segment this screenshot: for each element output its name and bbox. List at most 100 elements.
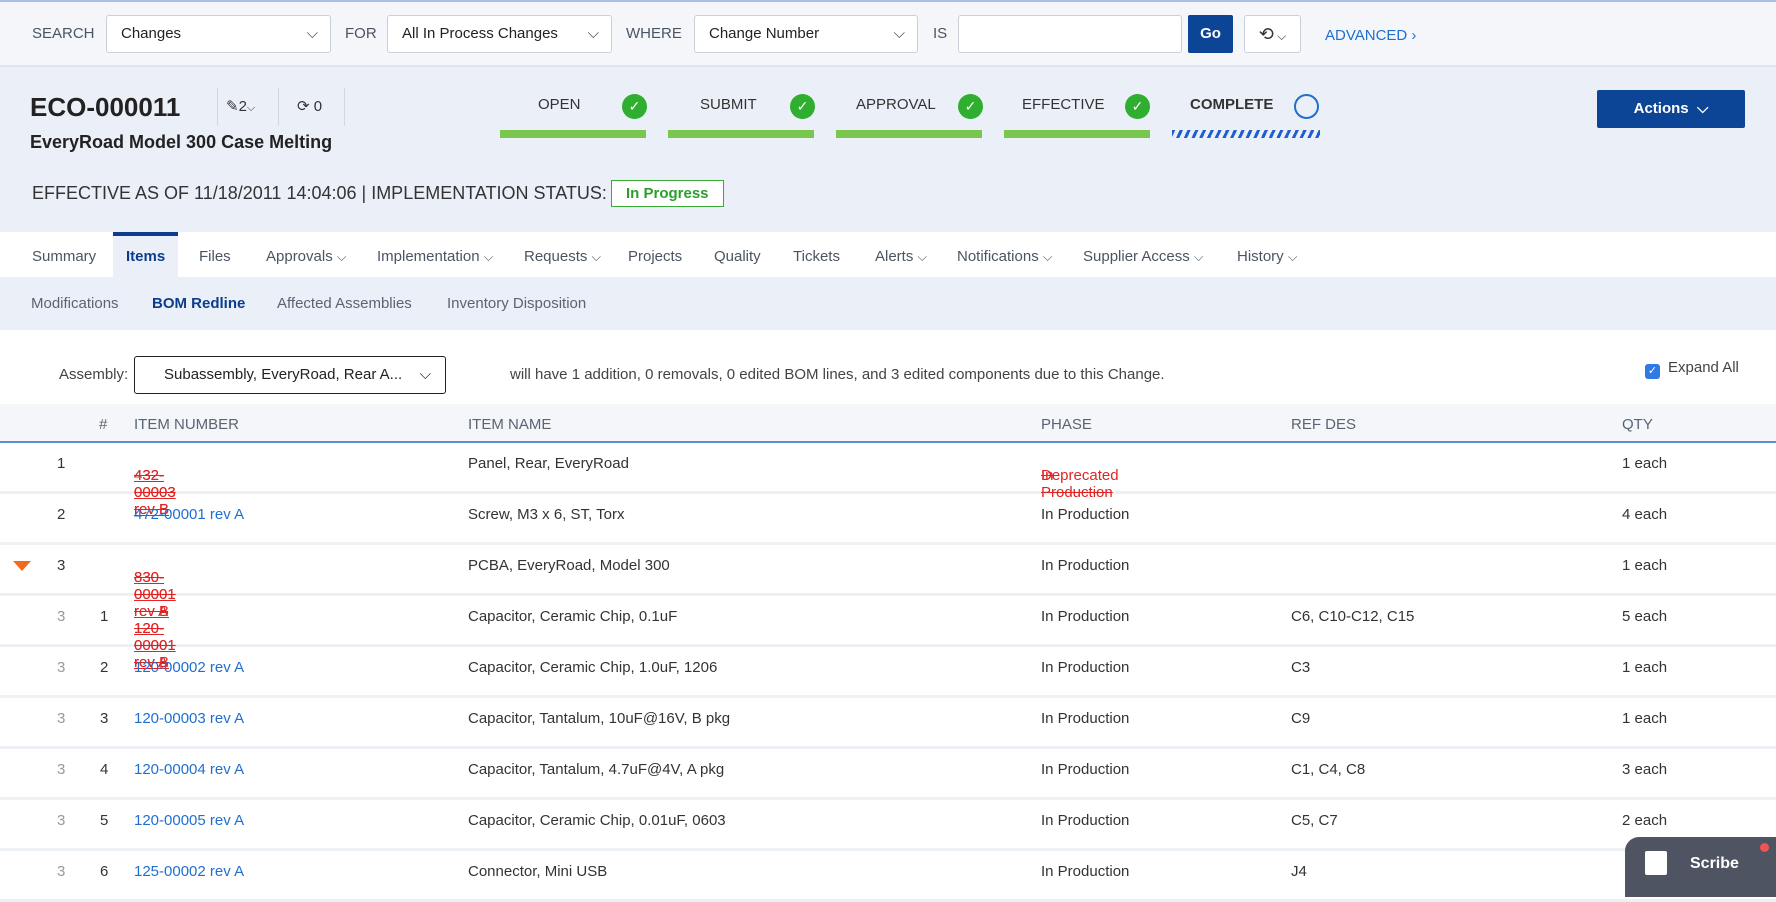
checkbox-checked-icon: ✓ — [1645, 364, 1660, 379]
qty: 2 each — [1622, 812, 1668, 829]
col-qty[interactable]: QTY — [1622, 416, 1653, 433]
go-button[interactable]: Go — [1188, 15, 1233, 53]
table-row[interactable]: 3 6 125-00002 rev A Connector, Mini USB In P… — [0, 851, 1776, 902]
scribe-label: Scribe — [1690, 855, 1739, 872]
advanced-search-link[interactable]: ADVANCED › — [1325, 27, 1416, 44]
tab-history[interactable]: History ⌵ — [1237, 232, 1297, 277]
revisions-count: 2 — [238, 98, 247, 115]
table-row[interactable]: 1 432-00003 rev B 432-00003 rev B Panel, R… — [0, 443, 1776, 518]
parent-number: 3 — [57, 659, 66, 676]
qty: 1 each — [1622, 710, 1668, 727]
item-name: Screw, M3 x 6, ST, Torx — [468, 506, 625, 523]
item-name: Capacitor, Ceramic Chip, 0.1uF — [468, 608, 678, 625]
table-row[interactable]: 3 5 120-00005 rev A Capacitor, Ceramic Chip… — [0, 800, 1776, 851]
scribe-widget[interactable]: Scribe — [1625, 837, 1776, 897]
tab-summary[interactable]: Summary — [32, 232, 96, 277]
ref-des: C9 — [1291, 710, 1311, 727]
where-select[interactable]: Change Number ⌵ — [694, 15, 918, 53]
check-icon: ✓ — [1125, 94, 1150, 119]
item-number-link[interactable]: 120-00005 rev A — [134, 812, 244, 829]
tab-tickets[interactable]: Tickets — [793, 232, 840, 277]
main-tabs: Summary Items Files Approvals ⌵ Implemen… — [0, 232, 1776, 277]
check-icon: ✓ — [958, 94, 983, 119]
line-number: 2 — [57, 506, 66, 523]
tab-requests[interactable]: Requests ⌵ — [524, 232, 601, 277]
tab-projects[interactable]: Projects — [628, 232, 682, 277]
check-icon: ✓ — [622, 94, 647, 119]
search-label: SEARCH — [32, 25, 95, 42]
qty: 1 each — [1622, 455, 1668, 472]
item-name: Capacitor, Tantalum, 4.7uF@4V, A pkg — [468, 761, 725, 778]
line-number: 6 — [100, 863, 109, 880]
history-icon: ⟲ — [1258, 24, 1274, 44]
where-value: Change Number — [709, 25, 820, 42]
change-title: EveryRoad Model 300 Case Melting — [30, 132, 333, 152]
table-row[interactable]: 3 830-00001 rev A 830-00001 rev B PCBA, Ev… — [0, 545, 1776, 620]
line-number: 4 — [100, 761, 109, 778]
subtab-inventory-disposition[interactable]: Inventory Disposition — [447, 295, 586, 312]
item-name: Connector, Mini USB — [468, 863, 608, 880]
table-row[interactable]: 3 3 120-00003 rev A Capacitor, Tantalum, 10… — [0, 698, 1776, 749]
line-number: 3 — [57, 557, 66, 574]
chevron-down-icon: ⌵ — [1273, 29, 1287, 43]
item-number-link[interactable]: 120-00002 rev A — [134, 659, 244, 676]
search-type-select[interactable]: Changes ⌵ — [106, 15, 331, 53]
item-number-link[interactable]: 472-00001 rev A — [134, 506, 244, 523]
table-row[interactable]: 3 4 120-00004 rev A Capacitor, Tantalum, 4.… — [0, 749, 1776, 800]
table-row[interactable]: 3 1 120-00001 rev A 120-00001 rev B Capacit… — [0, 596, 1776, 671]
chevron-down-icon: ⌵ — [246, 102, 256, 114]
expand-all-checkbox[interactable]: ✓ Expand All — [1645, 359, 1739, 379]
item-number-link[interactable]: 125-00002 rev A — [134, 863, 244, 880]
history-dropdown-button[interactable]: ⟲ ⌵ — [1244, 15, 1301, 53]
col-ref-des[interactable]: REF DES — [1291, 416, 1356, 433]
tab-label: Requests — [524, 248, 588, 265]
table-row[interactable]: 2 472-00001 rev A Screw, M3 x 6, ST, Torx I… — [0, 494, 1776, 545]
tab-approvals[interactable]: Approvals ⌵ — [266, 232, 346, 277]
actions-label: Actions — [1633, 100, 1689, 117]
for-label: FOR — [345, 25, 377, 42]
step-submit-bar — [668, 130, 814, 138]
tab-supplier-access[interactable]: Supplier Access ⌵ — [1083, 232, 1203, 277]
tab-alerts[interactable]: Alerts ⌵ — [875, 232, 927, 277]
phase: In Production — [1041, 608, 1130, 625]
phase: In Production — [1041, 659, 1130, 676]
item-number-link[interactable]: 120-00004 rev A — [134, 761, 244, 778]
actions-button[interactable]: Actions ⌵ — [1597, 90, 1745, 128]
for-select[interactable]: All In Process Changes ⌵ — [387, 15, 612, 53]
item-name: Capacitor, Ceramic Chip, 0.01uF, 0603 — [468, 812, 726, 829]
table-header: # ITEM NUMBER ITEM NAME PHASE REF DES QT… — [0, 404, 1776, 443]
sub-tabs: Modifications BOM Redline Affected Assem… — [0, 277, 1776, 330]
table-row[interactable]: 3 2 120-00002 rev A Capacitor, Ceramic Chip… — [0, 647, 1776, 698]
subtab-bom-redline[interactable]: BOM Redline — [152, 295, 245, 312]
subtab-affected-assemblies[interactable]: Affected Assemblies — [277, 295, 412, 312]
col-item-name[interactable]: ITEM NAME — [468, 416, 551, 433]
ref-des: C1, C4, C8 — [1291, 761, 1366, 778]
tab-quality[interactable]: Quality — [714, 232, 761, 277]
related-button[interactable]: ⟳ 0 — [278, 88, 345, 126]
subtab-modifications[interactable]: Modifications — [31, 295, 119, 312]
phase: Deprecated — [1041, 467, 1119, 484]
redline-summary: will have 1 addition, 0 removals, 0 edit… — [510, 366, 1165, 383]
check-icon: ✓ — [790, 94, 815, 119]
ref-des: C6, C10-C12, C15 — [1291, 608, 1415, 625]
col-item-number[interactable]: ITEM NUMBER — [134, 416, 239, 433]
collapse-triangle-icon[interactable] — [13, 561, 31, 571]
search-input[interactable] — [958, 15, 1182, 53]
tab-notifications[interactable]: Notifications ⌵ — [957, 232, 1052, 277]
chevron-down-icon: ⌵ — [1042, 250, 1053, 264]
phase: In Production — [1041, 863, 1130, 880]
tab-implementation[interactable]: Implementation ⌵ — [377, 232, 493, 277]
col-phase[interactable]: PHASE — [1041, 416, 1092, 433]
assembly-select[interactable]: Subassembly, EveryRoad, Rear A... ⌵ — [134, 356, 446, 394]
item-name: Capacitor, Ceramic Chip, 1.0uF, 1206 — [468, 659, 718, 676]
tab-items[interactable]: Items — [113, 232, 179, 277]
step-open-bar — [500, 130, 646, 138]
revisions-button[interactable]: ✎2⌵ — [217, 88, 273, 126]
chevron-down-icon: ⌵ — [1287, 250, 1298, 264]
chevron-down-icon: ⌵ — [483, 250, 494, 264]
tab-files[interactable]: Files — [199, 232, 231, 277]
step-effective-bar — [1004, 130, 1150, 138]
item-number-link[interactable]: 120-00003 rev A — [134, 710, 244, 727]
where-label: WHERE — [626, 25, 682, 42]
step-complete: COMPLETE — [1190, 96, 1274, 113]
